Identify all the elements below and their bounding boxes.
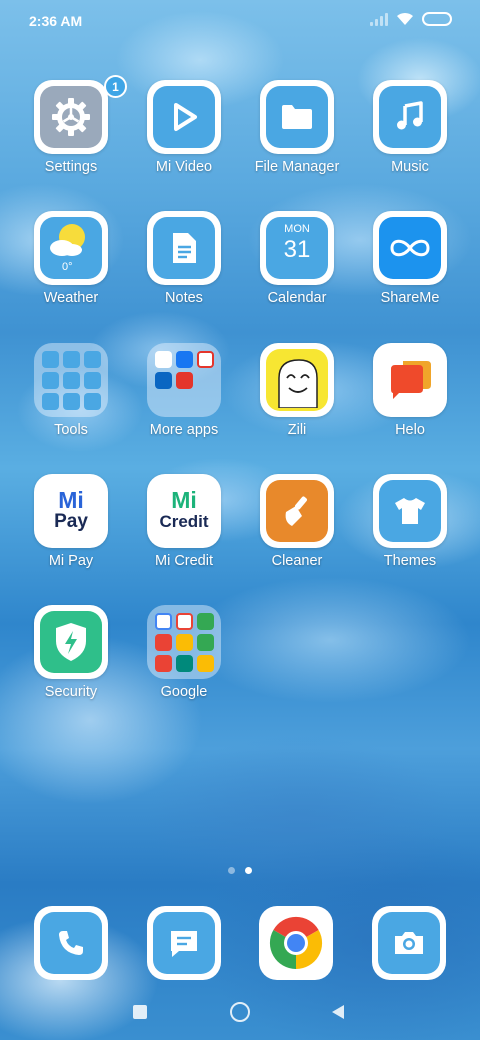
battery-icon xyxy=(422,12,452,26)
message-icon xyxy=(171,931,197,957)
home-button[interactable] xyxy=(228,1000,252,1024)
app-label: Cleaner xyxy=(271,553,323,569)
wifi-icon xyxy=(397,12,413,25)
app-music[interactable]: Music xyxy=(354,80,466,200)
mi-pay-logo-mi: Mi xyxy=(58,487,84,513)
page-indicator xyxy=(0,867,480,874)
app-shareme[interactable]: ShareMe xyxy=(354,211,466,331)
page-dot[interactable] xyxy=(228,867,235,874)
square-icon xyxy=(133,1005,147,1019)
app-security[interactable]: Security xyxy=(15,605,127,725)
app-mi-pay[interactable]: Mi Pay Mi Pay xyxy=(15,474,127,594)
app-label: ShareMe xyxy=(380,290,440,306)
app-label: Music xyxy=(391,159,429,175)
calendar-weekday: MON xyxy=(284,223,310,235)
weather-temperature: 0° xyxy=(62,261,73,273)
signal-icon xyxy=(370,12,388,26)
app-helo[interactable]: Helo xyxy=(354,343,466,463)
app-label: Weather xyxy=(43,290,99,306)
app-notes[interactable]: Notes xyxy=(128,211,240,331)
app-label: File Manager xyxy=(254,159,340,175)
calendar-icon: MON 31 xyxy=(266,217,328,279)
app-label: Mi Credit xyxy=(154,553,213,569)
document-icon xyxy=(173,233,196,263)
dock-phone[interactable] xyxy=(34,906,108,980)
app-mi-credit[interactable]: Mi Credit Mi Credit xyxy=(128,474,240,594)
status-bar: 2:36 AM xyxy=(0,0,480,42)
mi-credit-logo-credit: Credit xyxy=(159,512,209,531)
gear-icon xyxy=(52,98,90,136)
app-label: Mi Video xyxy=(155,159,213,175)
face-icon xyxy=(278,359,318,408)
phone-icon xyxy=(59,931,83,955)
folder-google[interactable]: Google xyxy=(128,605,240,725)
chat-bubble-icon xyxy=(391,361,431,399)
app-zili[interactable]: Zili xyxy=(241,343,353,463)
app-mi-video[interactable]: Mi Video xyxy=(128,80,240,200)
app-label: Mi Pay xyxy=(48,553,94,569)
app-label: Notes xyxy=(165,290,203,306)
circle-icon xyxy=(230,1002,250,1022)
music-note-icon xyxy=(397,101,423,130)
notification-badge: 1 xyxy=(104,75,127,98)
app-label: More apps xyxy=(149,422,219,438)
infinity-icon xyxy=(390,239,430,257)
app-calendar[interactable]: MON 31 Calendar xyxy=(241,211,353,331)
chrome-icon xyxy=(269,916,323,970)
app-cleaner[interactable]: Cleaner xyxy=(241,474,353,594)
mi-credit-logo-mi: Mi xyxy=(171,487,197,513)
tshirt-icon xyxy=(395,498,425,524)
navigation-bar xyxy=(0,990,480,1040)
camera-icon xyxy=(395,932,423,954)
app-label: Google xyxy=(160,684,208,700)
app-settings[interactable]: 1 Settings xyxy=(15,75,127,200)
app-label: Settings xyxy=(44,159,98,175)
status-icons xyxy=(370,12,452,26)
app-label: Themes xyxy=(383,553,437,569)
folder-more-apps[interactable]: More apps xyxy=(128,343,240,463)
dock-chrome[interactable] xyxy=(259,906,333,980)
dock-camera[interactable] xyxy=(372,906,446,980)
dock-messages[interactable] xyxy=(147,906,221,980)
recents-button[interactable] xyxy=(131,1003,149,1021)
calendar-date: 31 xyxy=(283,236,311,263)
play-icon xyxy=(174,103,197,131)
app-label: Security xyxy=(44,684,98,700)
sun-cloud-icon xyxy=(50,224,85,256)
app-weather[interactable]: 0° Weather xyxy=(15,211,127,331)
back-button[interactable] xyxy=(328,1002,348,1022)
app-label: Helo xyxy=(395,422,425,438)
mi-pay-logo-pay: Pay xyxy=(54,511,88,532)
app-label: Tools xyxy=(54,422,88,438)
app-themes[interactable]: Themes xyxy=(354,474,466,594)
folder-icon xyxy=(282,105,312,129)
back-triangle-icon xyxy=(332,1005,344,1019)
app-label: Calendar xyxy=(267,290,327,306)
broom-icon xyxy=(285,496,307,526)
shield-bolt-icon xyxy=(56,623,86,661)
app-label: Zili xyxy=(287,422,307,438)
app-file-manager[interactable]: File Manager xyxy=(241,80,353,200)
page-dot-active[interactable] xyxy=(245,867,252,874)
folder-tools[interactable]: Tools xyxy=(15,343,127,463)
status-time: 2:36 AM xyxy=(29,13,83,29)
